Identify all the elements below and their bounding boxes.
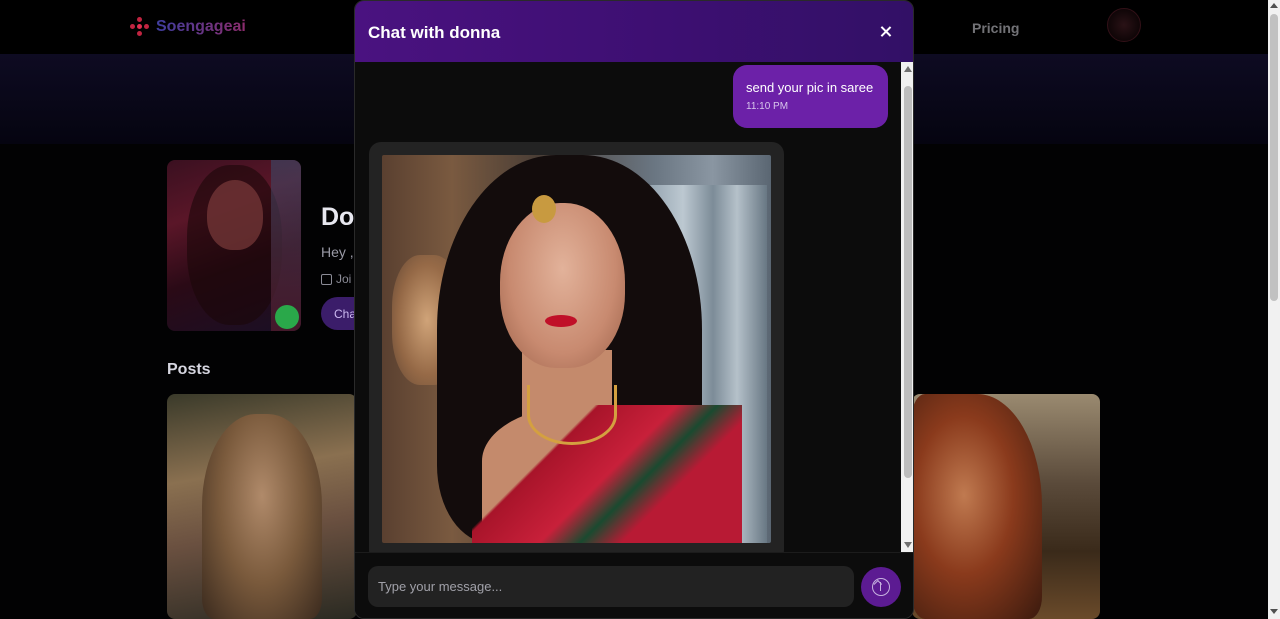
- bot-message: [369, 142, 784, 552]
- chat-modal: Chat with donna send your pic in saree 1…: [354, 0, 914, 619]
- user-message-text: send your pic in saree: [746, 80, 874, 95]
- brand-name: Soengageai: [156, 18, 246, 35]
- user-avatar[interactable]: [1107, 8, 1141, 42]
- arrow-up-circle-icon: [872, 578, 890, 596]
- user-message: send your pic in saree 11:10 PM: [733, 65, 888, 128]
- bot-message-image[interactable]: [382, 155, 771, 543]
- scroll-down-arrow-icon[interactable]: [1270, 609, 1278, 614]
- profile-bio: Hey ,: [321, 244, 354, 260]
- nav-pricing-link[interactable]: Pricing: [972, 20, 1019, 36]
- message-input[interactable]: [368, 566, 854, 607]
- post-card[interactable]: [167, 394, 357, 619]
- scroll-up-arrow-icon[interactable]: [904, 66, 912, 72]
- posts-title: Posts: [167, 361, 211, 378]
- send-button[interactable]: [861, 567, 901, 607]
- dots-logo-icon: [130, 17, 150, 37]
- chat-header: Chat with donna: [355, 1, 913, 62]
- chat-footer: [355, 552, 913, 618]
- scroll-up-arrow-icon[interactable]: [1270, 3, 1278, 8]
- chat-scrollbar-thumb[interactable]: [904, 86, 912, 478]
- profile-joined-text: Joi: [336, 272, 352, 286]
- brand[interactable]: Soengageai: [130, 17, 246, 37]
- chat-messages[interactable]: send your pic in saree 11:10 PM: [355, 62, 901, 552]
- scroll-down-arrow-icon[interactable]: [904, 542, 912, 548]
- page-scrollbar[interactable]: [1268, 0, 1280, 619]
- chat-scrollbar[interactable]: [901, 62, 913, 552]
- page-scrollbar-thumb[interactable]: [1270, 14, 1278, 301]
- close-icon[interactable]: [876, 22, 896, 42]
- user-message-time: 11:10 PM: [746, 101, 789, 112]
- post-card[interactable]: [912, 394, 1100, 619]
- profile-joined: Joi: [321, 272, 351, 286]
- profile-name: Do: [321, 203, 355, 231]
- chat-title: Chat with donna: [368, 23, 501, 42]
- online-status-indicator: [275, 305, 299, 329]
- calendar-icon: [321, 273, 332, 285]
